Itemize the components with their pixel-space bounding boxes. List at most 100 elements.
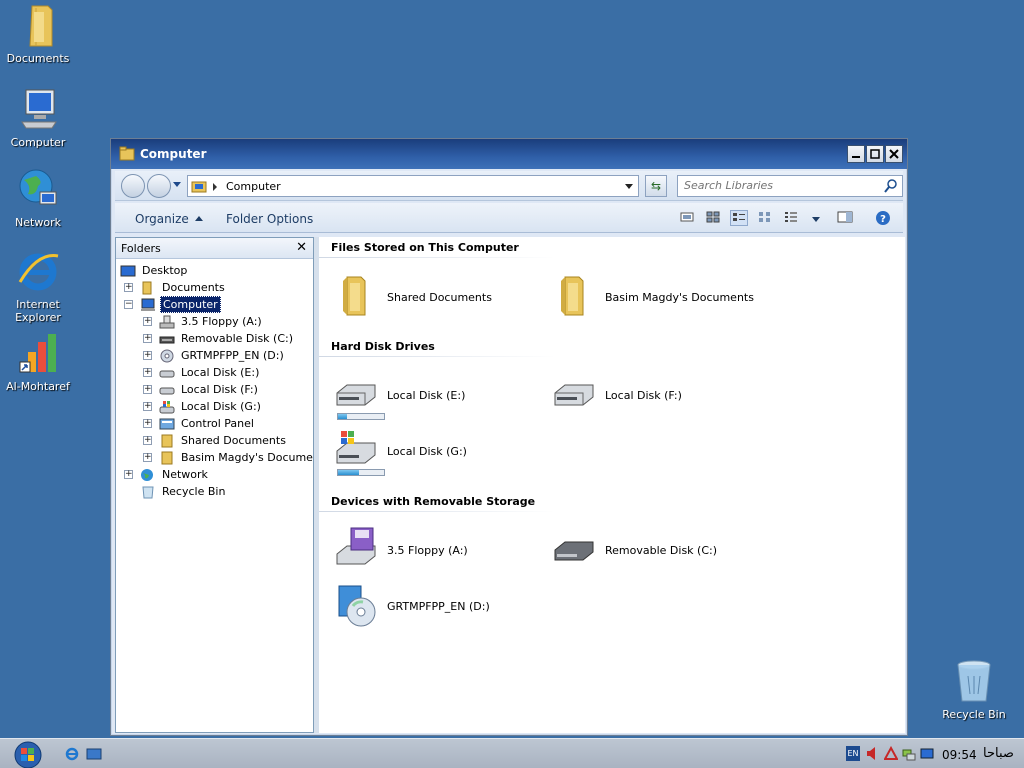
preview-pane-button[interactable]: [837, 210, 855, 226]
folder-icon: [159, 451, 175, 465]
recycle-bin-icon: [950, 658, 998, 706]
desktop-icon-label: Al-Mohtaref: [6, 380, 70, 393]
taskbar: EN 09:54 صباحا: [0, 738, 1024, 768]
search-icon[interactable]: [884, 179, 898, 193]
item-local-disk-g[interactable]: Local Disk (G:): [333, 427, 467, 475]
network-icon: [140, 468, 156, 482]
tree-item-shared-documents[interactable]: + Shared Documents: [143, 432, 288, 449]
desktop-icon-label: Network: [15, 216, 61, 229]
tree-item-desktop[interactable]: Desktop: [120, 262, 189, 279]
organize-button[interactable]: Organize: [135, 212, 203, 226]
title-bar[interactable]: Computer: [111, 139, 907, 169]
expand-icon[interactable]: +: [124, 283, 133, 292]
tree-label: Recycle Bin: [162, 485, 226, 498]
explorer-window: Computer Computer ⇆ Organize Folder: [110, 138, 908, 736]
help-button[interactable]: ?: [875, 210, 893, 226]
back-button[interactable]: [121, 174, 145, 198]
expand-icon[interactable]: +: [143, 436, 152, 445]
desktop-icon-label: Documents: [6, 52, 70, 65]
minimize-button[interactable]: [847, 145, 865, 163]
expand-icon[interactable]: +: [143, 419, 152, 428]
desktop-icon-al-mohtaref[interactable]: Al-Mohtaref: [0, 330, 76, 393]
tree-label: Local Disk (E:): [181, 366, 260, 379]
show-desktop-icon: [86, 748, 102, 760]
view-dropdown-icon[interactable]: [812, 217, 820, 222]
item-removable-c[interactable]: Removable Disk (C:): [551, 526, 717, 574]
close-button[interactable]: [885, 145, 903, 163]
tree-item-basim-documents[interactable]: + Basim Magdy's Documents: [143, 449, 332, 466]
desktop-icon-documents[interactable]: Documents: [0, 2, 76, 65]
desktop-icon-network[interactable]: Network: [0, 166, 76, 229]
close-pane-icon[interactable]: ✕: [296, 240, 307, 255]
item-shared-documents[interactable]: Shared Documents: [333, 273, 492, 321]
view-thumbnails-button[interactable]: [705, 210, 723, 226]
system-tray: EN 09:54 صباحا: [844, 741, 1024, 767]
view-icons-button[interactable]: [757, 210, 775, 226]
tree-item-local-g[interactable]: + Local Disk (G:): [143, 398, 263, 415]
desktop-icon-label: Recycle Bin: [942, 708, 1006, 721]
tree-item-recycle-bin[interactable]: Recycle Bin: [124, 483, 227, 500]
view-filmstrip-button[interactable]: [679, 210, 697, 226]
windows-logo-icon: [14, 741, 42, 768]
view-list-button[interactable]: [783, 210, 801, 226]
expand-icon[interactable]: +: [143, 334, 152, 343]
tree-item-computer[interactable]: − Computer: [124, 296, 221, 313]
system-disk-icon: [159, 400, 175, 414]
quicklaunch-show-desktop[interactable]: [86, 747, 102, 761]
tree-item-documents[interactable]: + Documents: [124, 279, 227, 296]
folder-icon: [14, 2, 62, 50]
group-header-files[interactable]: Files Stored on This Computer: [331, 241, 519, 254]
expand-icon[interactable]: +: [143, 402, 152, 411]
address-bar[interactable]: Computer: [187, 175, 639, 197]
tiles-view-icon: [733, 213, 745, 221]
expand-icon[interactable]: +: [143, 351, 152, 360]
item-local-disk-e[interactable]: Local Disk (E:): [333, 371, 465, 419]
expand-icon[interactable]: +: [124, 470, 133, 479]
folder-icon: [140, 281, 156, 295]
tree-label: Desktop: [142, 264, 188, 277]
expand-icon[interactable]: +: [143, 453, 152, 462]
tree-item-local-f[interactable]: + Local Disk (F:): [143, 381, 260, 398]
start-button[interactable]: [8, 740, 48, 768]
removable-disk-icon: [159, 332, 175, 346]
desktop-icon-recycle-bin[interactable]: Recycle Bin: [936, 658, 1012, 721]
item-dvd-d[interactable]: GRTMPFPP_EN (D:): [333, 582, 490, 630]
tree-item-network[interactable]: + Network: [124, 466, 210, 483]
group-header-removable[interactable]: Devices with Removable Storage: [331, 495, 535, 508]
expand-icon[interactable]: +: [143, 368, 152, 377]
quicklaunch-internet-explorer[interactable]: [64, 747, 80, 761]
item-floppy-a[interactable]: 3.5 Floppy (A:): [333, 526, 468, 574]
forward-button[interactable]: [147, 174, 171, 198]
tree-item-removable-c[interactable]: + Removable Disk (C:): [143, 330, 295, 347]
language-indicator[interactable]: EN: [846, 746, 860, 761]
caret-up-icon: [194, 216, 203, 221]
network-status-icon[interactable]: [902, 746, 916, 761]
expand-icon[interactable]: +: [143, 317, 152, 326]
volume-icon[interactable]: [866, 746, 880, 761]
display-icon[interactable]: [920, 746, 934, 761]
tree-item-dvd-d[interactable]: + GRTMPFPP_EN (D:): [143, 347, 286, 364]
expand-icon[interactable]: +: [143, 385, 152, 394]
desktop-icon-internet-explorer[interactable]: Internet Explorer: [0, 248, 76, 324]
desktop-icon-computer[interactable]: Computer: [0, 86, 76, 149]
tree-item-floppy-a[interactable]: + 3.5 Floppy (A:): [143, 313, 264, 330]
item-local-disk-f[interactable]: Local Disk (F:): [551, 371, 682, 419]
clock-time[interactable]: 09:54: [942, 748, 977, 762]
group-header-drives[interactable]: Hard Disk Drives: [331, 340, 435, 353]
view-tiles-button[interactable]: [730, 210, 748, 226]
search-box[interactable]: [677, 175, 903, 197]
address-dropdown-icon[interactable]: [625, 184, 633, 189]
tree-item-local-e[interactable]: + Local Disk (E:): [143, 364, 261, 381]
address-text[interactable]: Computer: [226, 180, 281, 193]
tree-item-control-panel[interactable]: + Control Panel: [143, 415, 256, 432]
collapse-icon[interactable]: −: [124, 300, 133, 309]
breadcrumb-chevron-icon[interactable]: [213, 183, 217, 191]
antivirus-icon[interactable]: [883, 745, 899, 761]
item-basim-documents[interactable]: Basim Magdy's Documents: [551, 273, 754, 321]
network-icon: [14, 166, 62, 214]
history-dropdown-icon[interactable]: [173, 182, 181, 187]
refresh-button[interactable]: ⇆: [645, 175, 667, 197]
search-input[interactable]: [684, 179, 874, 192]
folder-options-button[interactable]: Folder Options: [226, 212, 313, 226]
maximize-button[interactable]: [866, 145, 884, 163]
